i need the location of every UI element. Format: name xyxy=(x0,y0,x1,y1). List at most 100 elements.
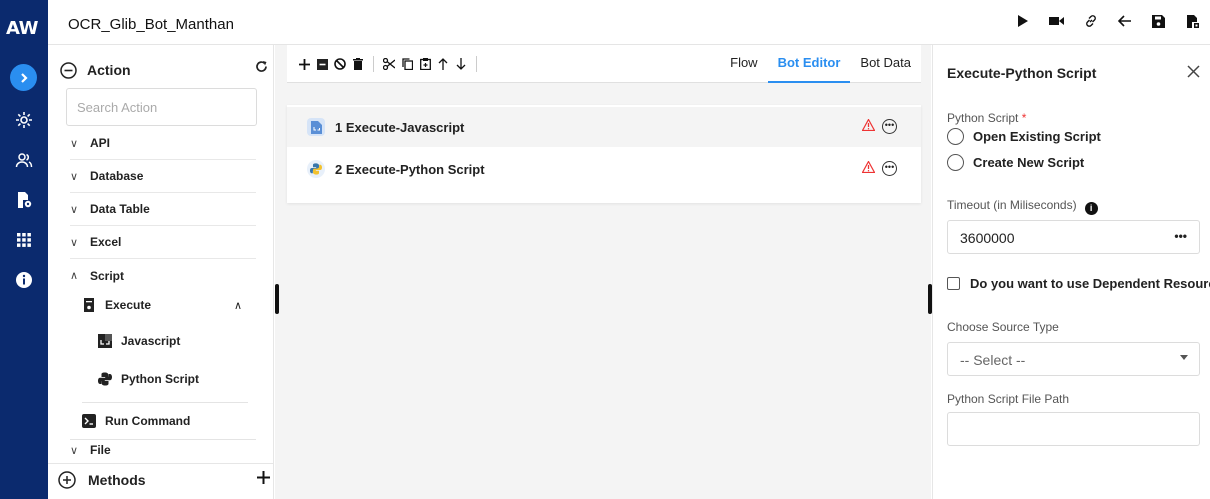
action-title: Action xyxy=(87,62,131,78)
export-icon xyxy=(1186,14,1199,28)
select-value: -- Select -- xyxy=(960,352,1026,368)
file-path-input[interactable] xyxy=(947,412,1200,446)
chevron-down-icon: ∨ xyxy=(70,137,79,150)
execute-label: Execute xyxy=(105,298,152,312)
action-header: Action xyxy=(60,58,268,82)
javascript-icon xyxy=(98,334,112,348)
category-script[interactable]: ∧ Script xyxy=(70,259,256,292)
cut-button[interactable] xyxy=(380,56,398,72)
divider xyxy=(82,402,248,403)
subcategory-execute[interactable]: Execute ∧ xyxy=(82,298,242,312)
add-circle-icon xyxy=(58,471,76,489)
search-action-input[interactable] xyxy=(66,88,257,126)
refresh-icon xyxy=(256,61,267,72)
paste-button[interactable] xyxy=(416,56,434,72)
move-down-button[interactable] xyxy=(452,56,470,72)
left-rail: AW xyxy=(0,0,48,499)
save-icon xyxy=(1152,14,1165,28)
disable-button[interactable] xyxy=(331,56,349,72)
tab-bot-data[interactable]: Bot Data xyxy=(850,45,921,83)
source-type-label: Choose Source Type xyxy=(947,320,1059,334)
video-icon xyxy=(1049,17,1064,25)
properties-panel: Execute-Python Script Python Script * Op… xyxy=(932,45,1210,499)
python-icon xyxy=(98,372,112,386)
radio-create-new[interactable]: Create New Script xyxy=(947,154,1084,171)
editor-tools xyxy=(295,56,483,72)
python-icon xyxy=(307,160,325,178)
info-nav-button[interactable] xyxy=(12,268,36,292)
file-code-icon xyxy=(82,298,96,312)
close-button[interactable] xyxy=(1187,61,1200,84)
category-label: File xyxy=(90,443,111,457)
category-database[interactable]: ∨ Database xyxy=(70,160,256,193)
refresh-button[interactable] xyxy=(255,60,268,78)
editor-toolbar: Flow Bot Editor Bot Data xyxy=(287,45,921,83)
delete-button[interactable] xyxy=(349,56,367,72)
trash-icon xyxy=(353,58,363,70)
settings-icon xyxy=(16,112,32,128)
radio-circle xyxy=(947,154,964,171)
copy-icon xyxy=(401,58,413,70)
add-method-button[interactable] xyxy=(257,467,270,490)
tab-bot-editor[interactable]: Bot Editor xyxy=(767,45,851,83)
arrow-up-icon xyxy=(438,58,448,70)
add-step-button[interactable] xyxy=(295,56,313,72)
users-nav-button[interactable] xyxy=(12,148,36,172)
expand-nav-button[interactable] xyxy=(10,64,37,91)
radio-circle xyxy=(947,128,964,145)
methods-label: Methods xyxy=(88,472,146,488)
info-icon[interactable]: i xyxy=(1084,202,1098,215)
category-data-table[interactable]: ∨ Data Table xyxy=(70,193,256,226)
plus-icon xyxy=(298,58,310,70)
toolbar-separator xyxy=(373,56,374,72)
source-type-select[interactable]: -- Select -- xyxy=(947,342,1200,376)
checkbox-box xyxy=(947,277,960,290)
more-options-button[interactable]: ••• xyxy=(882,119,897,134)
category-api[interactable]: ∨ API xyxy=(70,127,256,160)
more-options-icon[interactable]: ••• xyxy=(1174,229,1187,243)
save-button[interactable] xyxy=(1151,13,1166,29)
scissors-icon xyxy=(383,58,395,70)
bot-title: OCR_Glib_Bot_Manthan xyxy=(68,16,234,33)
record-button[interactable] xyxy=(1049,13,1064,29)
divider xyxy=(70,439,256,440)
move-up-button[interactable] xyxy=(434,56,452,72)
minus-box-button[interactable] xyxy=(313,56,331,72)
category-excel[interactable]: ∨ Excel xyxy=(70,226,256,259)
step-row[interactable]: 2 Execute-Python Script ••• xyxy=(287,149,921,189)
javascript-icon xyxy=(307,118,325,136)
link-button[interactable] xyxy=(1083,13,1098,29)
link-icon xyxy=(1085,15,1096,27)
close-icon xyxy=(1187,65,1200,78)
back-button[interactable] xyxy=(1117,13,1132,29)
methods-section[interactable]: Methods xyxy=(58,467,270,493)
timeout-value: 3600000 xyxy=(960,230,1015,246)
action-javascript[interactable]: Javascript xyxy=(98,334,180,348)
step-row[interactable]: 1 Execute-Javascript ••• xyxy=(287,107,921,147)
apps-nav-button[interactable] xyxy=(12,228,36,252)
chevron-down-icon: ∨ xyxy=(70,203,79,216)
radio-open-existing[interactable]: Open Existing Script xyxy=(947,128,1101,145)
javascript-label: Javascript xyxy=(121,334,181,348)
python-label: Python Script xyxy=(121,372,200,386)
collapse-circle-icon[interactable] xyxy=(60,61,77,79)
radio-label: Create New Script xyxy=(973,155,1085,170)
warning-icon xyxy=(861,118,876,134)
timeout-field[interactable]: 3600000 ••• xyxy=(947,220,1200,254)
subcategory-run-command[interactable]: Run Command xyxy=(82,414,190,428)
more-options-button[interactable]: ••• xyxy=(882,161,897,176)
chevron-up-icon: ∧ xyxy=(70,270,79,282)
settings-nav-button[interactable] xyxy=(12,108,36,132)
category-label: Script xyxy=(90,268,125,283)
bots-nav-button[interactable] xyxy=(12,188,36,212)
action-python-script[interactable]: Python Script xyxy=(98,372,199,386)
dependent-resources-checkbox[interactable]: Do you want to use Dependent Resources xyxy=(947,276,1210,291)
left-resize-handle[interactable] xyxy=(275,284,279,314)
app-logo: AW xyxy=(6,18,38,39)
category-file[interactable]: ∨ File xyxy=(70,441,256,457)
play-button[interactable] xyxy=(1015,13,1030,29)
copy-button[interactable] xyxy=(398,56,416,72)
steps-list: 1 Execute-Javascript ••• 2 Execute-Pytho… xyxy=(287,105,921,203)
export-button[interactable] xyxy=(1185,13,1200,29)
tab-flow[interactable]: Flow xyxy=(720,45,767,83)
